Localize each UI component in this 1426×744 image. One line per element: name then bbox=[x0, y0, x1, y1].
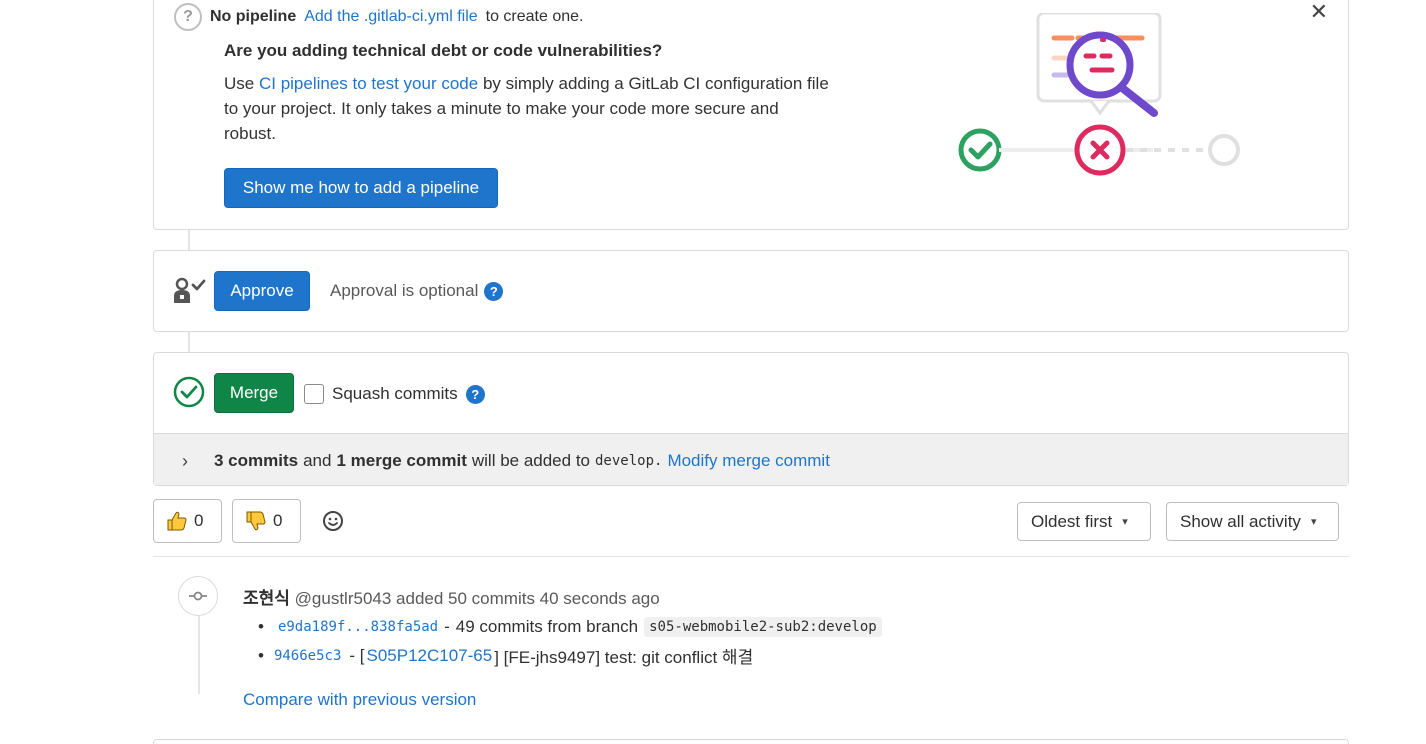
pipeline-question: Are you adding technical debt or code vu… bbox=[224, 41, 663, 60]
question-icon: ? bbox=[174, 3, 202, 31]
separator: - bbox=[444, 616, 450, 636]
merge-card: Merge Squash commits ? › 3 commits and 1… bbox=[153, 352, 1349, 486]
thumbs-down-button[interactable]: 0 bbox=[232, 499, 301, 543]
list-item: e9da189f...838fa5ad - 49 commits from br… bbox=[258, 612, 882, 641]
commit-message: ] [FE-jhs9497] test: git conflict 해결 bbox=[494, 648, 754, 667]
no-pipeline-label: No pipeline bbox=[210, 8, 297, 25]
commit-icon bbox=[178, 576, 218, 616]
list-item: 9466e5c3 - [ S05P12C107-65 ] [FE-jhs9497… bbox=[258, 641, 882, 670]
merge-button[interactable]: Merge bbox=[214, 373, 294, 413]
will-be-added-text: will be added to bbox=[471, 451, 590, 470]
create-text: to create one. bbox=[485, 8, 584, 25]
divider bbox=[153, 556, 1349, 557]
compare-with-previous-version-link[interactable]: Compare with previous version bbox=[243, 690, 476, 710]
squash-commits-label: Squash commits bbox=[332, 384, 458, 403]
source-branch: s05-webmobile2-sub2:develop bbox=[644, 616, 882, 637]
thumbs-down-icon bbox=[246, 511, 266, 531]
activity-action: added 50 commits 40 seconds ago bbox=[396, 589, 660, 608]
commit-range-link[interactable]: e9da189f...838fa5ad bbox=[278, 619, 438, 635]
activity-header: 조현식 @gustlr5043 added 50 commits 40 seco… bbox=[243, 584, 660, 609]
timeline-connector bbox=[188, 332, 190, 352]
pipeline-illustration bbox=[958, 13, 1240, 176]
merge-commit-count: 1 merge commit bbox=[336, 451, 467, 470]
thumbs-up-button[interactable]: 0 bbox=[153, 499, 222, 543]
approval-status-text: Approval is optional bbox=[330, 281, 479, 300]
commit-count: 3 commits bbox=[214, 451, 299, 470]
author-handle[interactable]: @gustlr5043 bbox=[295, 589, 392, 608]
close-icon[interactable]: ✕ bbox=[1310, 0, 1328, 25]
show-how-to-add-pipeline-button[interactable]: Show me how to add a pipeline bbox=[224, 168, 498, 208]
modify-merge-commit-link[interactable]: Modify merge commit bbox=[667, 451, 829, 471]
separator: - [ bbox=[349, 645, 365, 665]
next-card bbox=[153, 739, 1349, 744]
body-prefix: Use bbox=[224, 74, 255, 93]
activity-filter-label: Show all activity bbox=[1180, 511, 1301, 531]
chevron-down-icon: ▾ bbox=[1310, 516, 1317, 528]
ci-pipelines-link[interactable]: CI pipelines to test your code bbox=[259, 74, 478, 93]
issue-link[interactable]: S05P12C107-65 bbox=[367, 646, 493, 666]
commit-sha-link[interactable]: 9466e5c3 bbox=[274, 648, 341, 664]
merge-commit-summary-bar: › 3 commits and 1 merge commit will be a… bbox=[154, 433, 1348, 485]
commit-description: 49 commits from branch bbox=[455, 616, 639, 636]
squash-commits-checkbox[interactable] bbox=[304, 384, 324, 404]
approval-user-check-icon bbox=[174, 277, 206, 303]
merge-ready-check-icon bbox=[173, 376, 205, 408]
and-text: and bbox=[303, 451, 332, 470]
timeline-connector bbox=[188, 230, 190, 250]
thumbs-up-count: 0 bbox=[194, 511, 204, 530]
approve-button[interactable]: Approve bbox=[214, 271, 310, 311]
timeline-connector bbox=[198, 616, 200, 694]
approval-card: Approve Approval is optional ? bbox=[153, 250, 1349, 332]
activity-filter-dropdown[interactable]: Show all activity ▾ bbox=[1166, 502, 1339, 541]
sort-order-label: Oldest first bbox=[1031, 511, 1113, 531]
thumbs-down-count: 0 bbox=[273, 511, 283, 530]
pipeline-description: Use CI pipelines to test your code by si… bbox=[224, 71, 834, 146]
thumbs-up-icon bbox=[167, 511, 187, 531]
target-branch: develop. bbox=[595, 453, 663, 469]
no-pipeline-card: ? No pipeline Add the .gitlab-ci.yml fil… bbox=[153, 0, 1349, 230]
approval-help-icon[interactable]: ? bbox=[484, 281, 504, 301]
add-reaction-smiley-icon[interactable] bbox=[320, 508, 346, 534]
squash-help-icon[interactable]: ? bbox=[465, 384, 485, 404]
chevron-right-icon[interactable]: › bbox=[182, 451, 188, 472]
squash-commits-option[interactable]: Squash commits ? bbox=[304, 384, 485, 404]
commit-list: e9da189f...838fa5ad - 49 commits from br… bbox=[258, 612, 882, 670]
author-name[interactable]: 조현식 bbox=[243, 589, 290, 608]
no-pipeline-row: ? No pipeline Add the .gitlab-ci.yml fil… bbox=[174, 3, 583, 31]
add-gitlab-ci-link[interactable]: Add the .gitlab-ci.yml file bbox=[304, 8, 477, 26]
commit-summary: 3 commits and 1 merge commit will be add… bbox=[214, 451, 830, 471]
chevron-down-icon: ▾ bbox=[1122, 516, 1128, 528]
sort-order-dropdown[interactable]: Oldest first ▾ bbox=[1017, 502, 1151, 541]
approval-status: Approval is optional ? bbox=[330, 281, 504, 301]
